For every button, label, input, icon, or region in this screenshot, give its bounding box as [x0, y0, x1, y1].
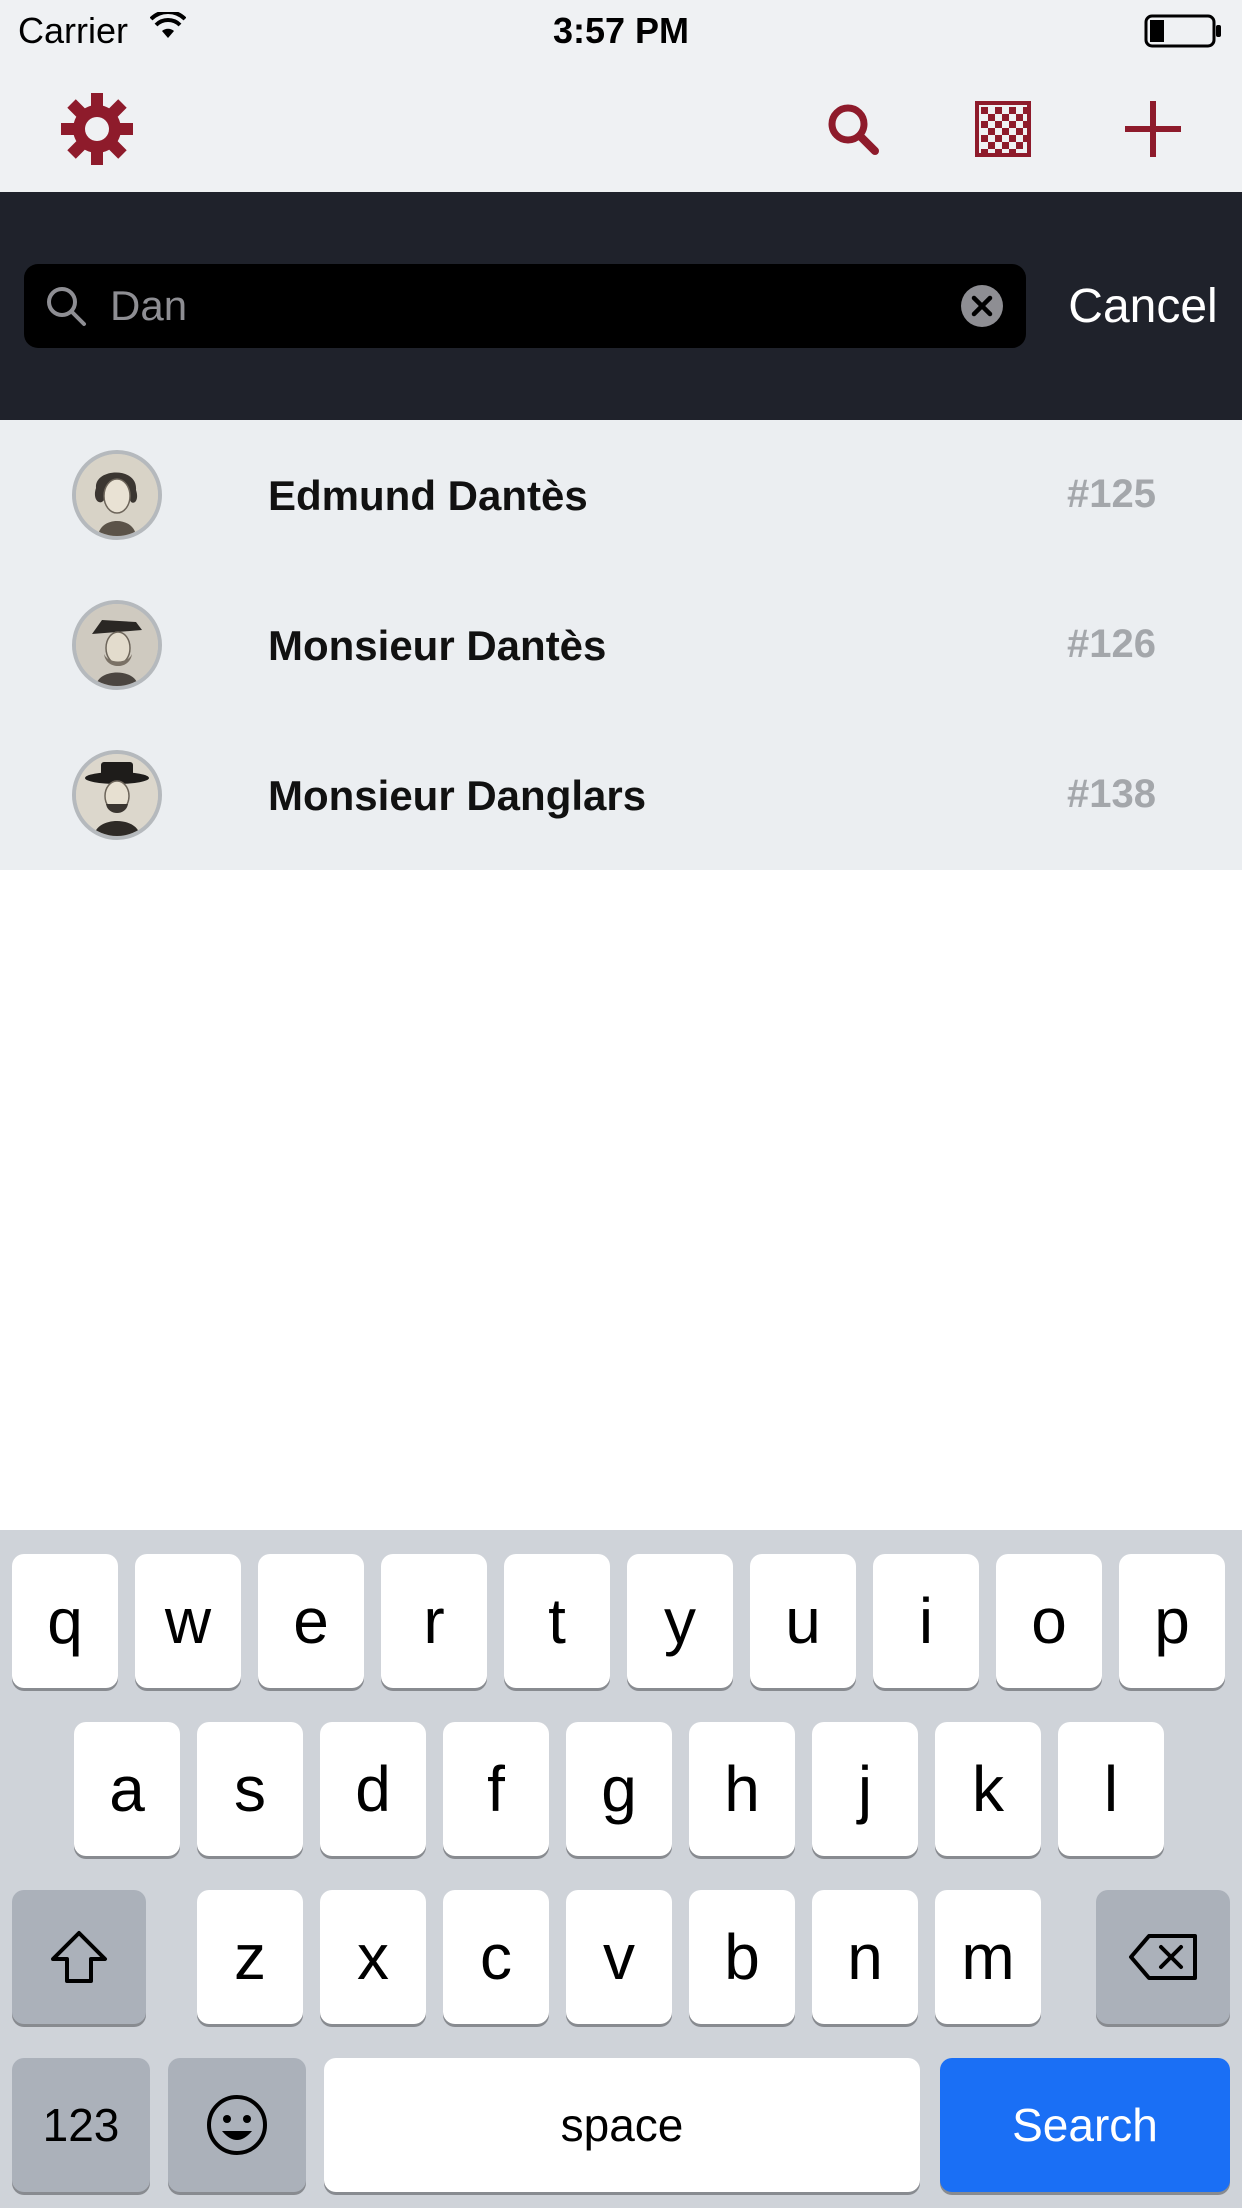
gear-icon [61, 93, 133, 165]
key-k[interactable]: k [935, 1722, 1041, 1856]
avatar [72, 750, 162, 840]
toolbar [0, 62, 1242, 192]
list-item[interactable]: Monsieur Danglars #138 [0, 720, 1242, 870]
key-p[interactable]: p [1119, 1554, 1225, 1688]
emoji-key[interactable] [168, 2058, 306, 2192]
search-field[interactable] [24, 264, 1026, 348]
results-list: Edmund Dantès #125 Monsieur Dantès #126 [0, 420, 1242, 870]
key-g[interactable]: g [566, 1722, 672, 1856]
search-button[interactable] [808, 84, 898, 174]
keyboard: q w e r t y u i o p a s d f g h j k l z … [0, 1530, 1242, 2208]
search-bar: Cancel [0, 192, 1242, 420]
key-d[interactable]: d [320, 1722, 426, 1856]
result-number: #126 [1067, 622, 1156, 666]
key-m[interactable]: m [935, 1890, 1041, 2024]
key-i[interactable]: i [873, 1554, 979, 1688]
status-bar: Carrier 3:57 PM [0, 0, 1242, 62]
clear-search-icon[interactable] [960, 284, 1004, 328]
numbers-key[interactable]: 123 [12, 2058, 150, 2192]
delete-key[interactable] [1096, 1890, 1230, 2024]
avatar [72, 600, 162, 690]
status-time: 3:57 PM [552, 10, 690, 51]
key-l[interactable]: l [1058, 1722, 1164, 1856]
key-v[interactable]: v [566, 1890, 672, 2024]
key-j[interactable]: j [812, 1722, 918, 1856]
list-item[interactable]: Monsieur Dantès #126 [0, 570, 1242, 720]
list-item[interactable]: Edmund Dantès #125 [0, 420, 1242, 570]
key-a[interactable]: a [74, 1722, 180, 1856]
key-u[interactable]: u [750, 1554, 856, 1688]
result-name: Edmund Dantès [268, 472, 588, 519]
key-h[interactable]: h [689, 1722, 795, 1856]
key-o[interactable]: o [996, 1554, 1102, 1688]
result-name: Monsieur Dantès [268, 622, 607, 669]
key-n[interactable]: n [812, 1890, 918, 2024]
search-icon [828, 104, 879, 155]
key-b[interactable]: b [689, 1890, 795, 2024]
battery-icon [1144, 14, 1224, 53]
checkerboard-icon [975, 101, 1031, 157]
magnifier-icon [47, 287, 86, 326]
emoji-icon [207, 2095, 267, 2155]
key-f[interactable]: f [443, 1722, 549, 1856]
key-t[interactable]: t [504, 1554, 610, 1688]
key-r[interactable]: r [381, 1554, 487, 1688]
avatar [72, 450, 162, 540]
backspace-icon [1129, 1934, 1197, 1980]
key-w[interactable]: w [135, 1554, 241, 1688]
grid-button[interactable] [958, 84, 1048, 174]
cancel-button[interactable]: Cancel [1048, 276, 1238, 336]
key-x[interactable]: x [320, 1890, 426, 2024]
key-z[interactable]: z [197, 1890, 303, 2024]
key-s[interactable]: s [197, 1722, 303, 1856]
shift-key[interactable] [12, 1890, 146, 2024]
key-q[interactable]: q [12, 1554, 118, 1688]
key-e[interactable]: e [258, 1554, 364, 1688]
shift-icon [51, 1931, 107, 1983]
plus-icon [1125, 101, 1181, 157]
result-number: #138 [1067, 772, 1156, 816]
result-number: #125 [1067, 472, 1156, 516]
space-key[interactable]: space [324, 2058, 920, 2192]
key-y[interactable]: y [627, 1554, 733, 1688]
key-c[interactable]: c [443, 1890, 549, 2024]
add-button[interactable] [1108, 84, 1198, 174]
result-name: Monsieur Danglars [268, 772, 647, 819]
search-key[interactable]: Search [940, 2058, 1230, 2192]
settings-button[interactable] [52, 84, 142, 174]
search-input[interactable] [110, 272, 950, 340]
